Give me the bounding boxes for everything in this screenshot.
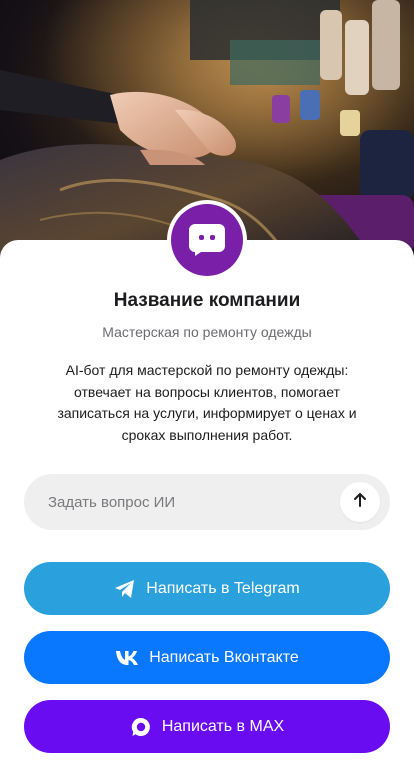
company-name: Название компании [113, 290, 301, 311]
vk-icon [115, 650, 139, 666]
vk-button-label: Написать Вконтакте [149, 648, 299, 666]
vk-button[interactable]: Написать Вконтакте [24, 631, 390, 684]
chat-bot-icon [187, 218, 227, 263]
avatar [171, 204, 243, 276]
max-button[interactable]: Написать в MAX [24, 700, 390, 753]
ask-ai-box [24, 474, 390, 530]
arrow-up-icon [351, 491, 369, 514]
send-button[interactable] [340, 482, 380, 522]
max-button-label: Написать в MAX [161, 717, 285, 735]
ask-ai-input[interactable] [48, 474, 348, 530]
company-subtitle: Мастерская по ремонту одежды [102, 324, 312, 340]
company-description: AI-бот для мастерской по ремонту одежды:… [57, 362, 357, 443]
telegram-button-label: Написать в Telegram [146, 579, 300, 597]
max-icon [130, 716, 152, 738]
telegram-button[interactable]: Написать в Telegram [24, 562, 390, 615]
telegram-icon [114, 579, 136, 599]
